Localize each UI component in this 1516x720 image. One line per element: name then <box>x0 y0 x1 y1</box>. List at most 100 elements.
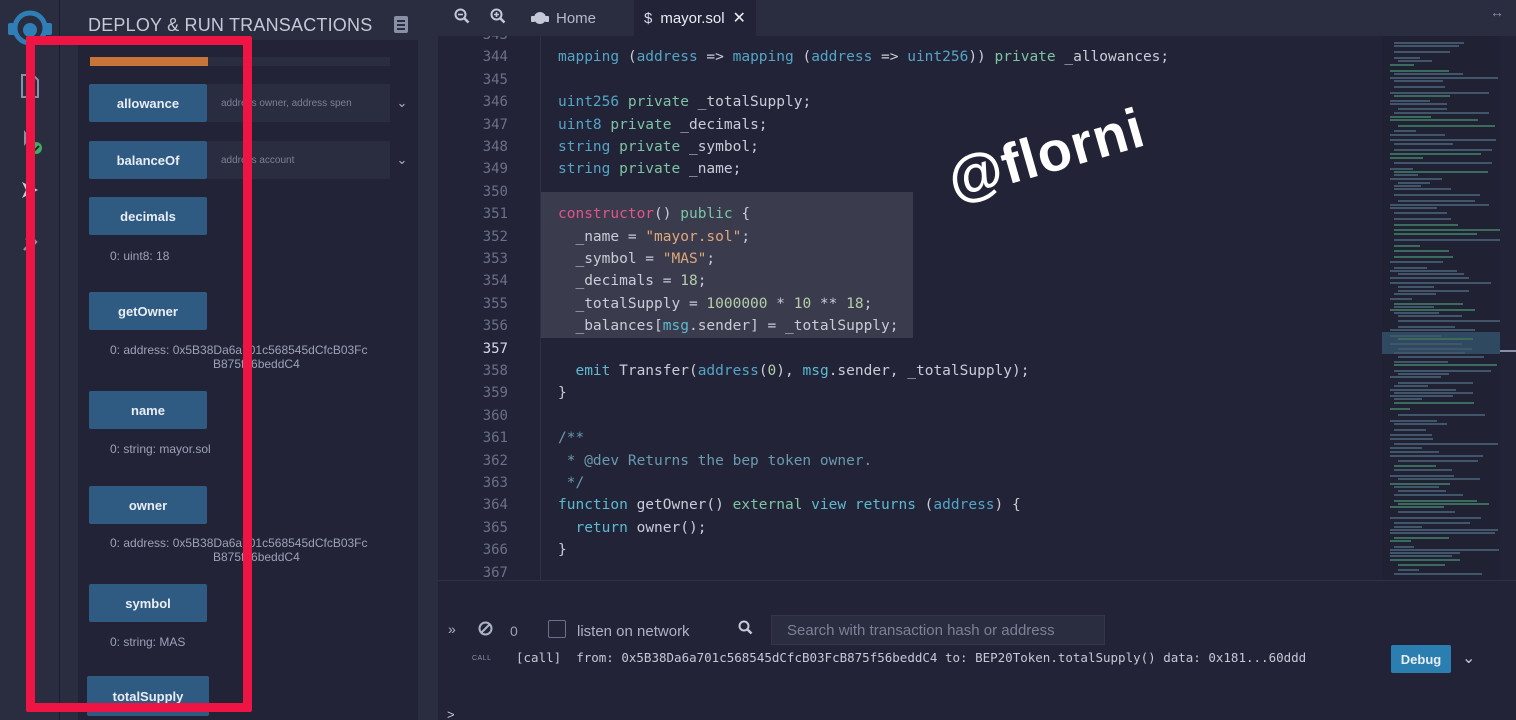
code-line[interactable]: _balances[msg.sender] = _totalSupply; <box>558 315 898 337</box>
minimap-line <box>1398 414 1485 416</box>
minimap-line <box>1390 447 1422 449</box>
owner-button[interactable]: owner <box>89 486 207 524</box>
code-token: address <box>811 49 873 66</box>
tab-mayor-sol[interactable]: $ mayor.sol ✕ <box>634 0 756 36</box>
minimap-line <box>1390 329 1475 331</box>
minimap-line <box>1390 119 1478 121</box>
search-icon <box>738 620 753 640</box>
code-line[interactable]: _decimals = 18; <box>558 270 706 292</box>
search-input[interactable]: Search with transaction hash or address <box>771 615 1105 645</box>
code-line[interactable]: } <box>558 539 567 561</box>
transact-button-partial[interactable] <box>90 57 208 66</box>
line-number: 345 <box>482 71 508 88</box>
code-line[interactable]: string private _name; <box>558 158 741 180</box>
getowner-button[interactable]: getOwner <box>89 292 207 330</box>
expand-icon[interactable]: ↔ <box>1490 4 1504 20</box>
minimap-line <box>1390 434 1432 436</box>
code-line[interactable]: } <box>558 382 567 404</box>
chevron-down-icon[interactable]: ⌄ <box>396 152 408 167</box>
solidity-compiler-icon[interactable] <box>14 124 46 156</box>
line-number: 352 <box>482 228 508 245</box>
minimap-line <box>1390 451 1439 453</box>
line-number: 353 <box>482 251 508 267</box>
code-line[interactable]: _symbol = "MAS"; <box>558 248 715 270</box>
code-area[interactable]: mapping (address => mapping (address => … <box>540 36 1380 580</box>
minimap-line <box>1390 139 1496 141</box>
minimap-line <box>1394 42 1464 44</box>
code-token: 1000000 <box>706 295 768 312</box>
totalsupply-button[interactable]: totalSupply <box>87 676 209 716</box>
debug-button[interactable]: Debug <box>1391 645 1451 673</box>
code-token: => <box>697 49 733 66</box>
minimap-line <box>1394 573 1482 575</box>
minimap-line <box>1394 250 1449 252</box>
code-line[interactable]: emit Transfer(address(0), msg.sender, _t… <box>558 360 1029 382</box>
minimap-line <box>1394 546 1414 548</box>
code-token: uint256 <box>907 49 969 66</box>
minimap-line <box>1398 478 1480 480</box>
terminal-prompt[interactable]: > <box>447 707 455 720</box>
listen-network-checkbox[interactable] <box>548 620 566 638</box>
debugger-icon[interactable] <box>14 226 46 258</box>
file-explorer-icon[interactable] <box>14 70 46 102</box>
code-line[interactable]: _name = "mayor.sol"; <box>558 226 750 248</box>
code-token: emit <box>575 363 611 379</box>
documentation-icon[interactable] <box>394 16 408 33</box>
code-line[interactable]: mapping (address => mapping (address => … <box>558 46 1169 68</box>
code-line[interactable]: */ <box>558 472 584 494</box>
code-line[interactable]: constructor() public { <box>558 203 750 225</box>
deploy-run-icon[interactable] <box>14 174 46 206</box>
minimap-line <box>1390 475 1454 477</box>
line-number: 347 <box>482 116 508 133</box>
chevron-down-icon[interactable]: ⌄ <box>1462 648 1475 668</box>
code-token: "mayor.sol" <box>645 228 742 245</box>
balanceof-input[interactable]: address account <box>207 141 390 179</box>
clear-console-icon[interactable] <box>478 621 493 639</box>
code-editor[interactable]: 343 344 345 346 347 348 349 350 351 352 353 354 355 3… <box>438 36 1516 580</box>
code-line[interactable]: string private _symbol; <box>558 136 759 158</box>
remix-logo-icon[interactable] <box>6 8 54 48</box>
editor-scrollbar[interactable] <box>1500 36 1516 580</box>
code-line[interactable]: * @dev Returns the bep token owner. <box>558 450 873 472</box>
terminal-toolbar: » 0 listen on network Search with transa… <box>438 611 1516 647</box>
minimap-line <box>1398 320 1503 322</box>
allowance-button[interactable]: allowance <box>89 84 207 122</box>
code-line[interactable]: _totalSupply = 1000000 * 10 ** 18; <box>558 293 872 315</box>
transact-input-partial[interactable] <box>208 57 390 66</box>
minimap-line <box>1398 564 1445 566</box>
code-line[interactable]: uint8 private _decimals; <box>558 114 768 136</box>
name-button[interactable]: name <box>89 391 207 429</box>
zoom-in-icon[interactable] <box>490 8 506 28</box>
code-line[interactable]: /** <box>558 427 584 449</box>
tab-file-label: mayor.sol <box>660 9 725 27</box>
minimap-line <box>1398 373 1449 375</box>
minimap-line <box>1394 143 1453 145</box>
getowner-result-line2: B875f56beddC4 <box>213 357 300 371</box>
allowance-input[interactable]: address owner, address spen <box>207 84 390 122</box>
decimals-button[interactable]: decimals <box>89 197 207 235</box>
tab-home[interactable]: Home <box>530 0 596 36</box>
code-token: .sender] = _totalSupply; <box>688 318 899 335</box>
minimap[interactable] <box>1382 36 1503 580</box>
minimap-line <box>1394 51 1450 53</box>
minimap-line <box>1394 385 1428 387</box>
code-line[interactable]: uint256 private _totalSupply; <box>558 91 811 113</box>
code-line[interactable]: return owner(); <box>558 517 706 539</box>
zoom-out-icon[interactable] <box>454 8 470 28</box>
code-token: ), <box>776 363 803 379</box>
symbol-result: 0: string: MAS <box>110 635 186 649</box>
symbol-button[interactable]: symbol <box>89 584 207 622</box>
minimap-line <box>1390 270 1457 272</box>
minimap-line <box>1390 529 1498 531</box>
code-token: uint256 <box>558 94 620 111</box>
chevron-down-icon[interactable]: » <box>448 621 456 637</box>
chevron-down-icon[interactable]: ⌄ <box>396 95 408 110</box>
minimap-line <box>1390 483 1450 485</box>
close-icon[interactable]: ✕ <box>733 8 746 28</box>
code-token: returns <box>846 497 916 514</box>
code-line[interactable]: function getOwner() external view return… <box>558 494 1021 516</box>
code-token: * <box>767 295 794 312</box>
code-token: "MAS" <box>662 251 707 267</box>
balanceof-button[interactable]: balanceOf <box>89 141 207 179</box>
call-label: CALL <box>472 655 492 662</box>
